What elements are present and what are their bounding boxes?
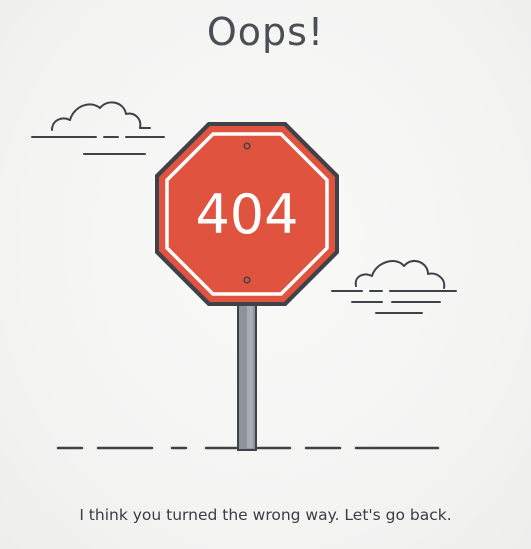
stop-sign-illustration: 404 [31,101,457,451]
not-found-page: Oops! 404 I think you turned the wrong w… [0,0,531,549]
sign-text: 404 [195,183,298,246]
stop-sign-icon: 404 [155,122,339,306]
cloud-left-icon [31,101,165,155]
cloud-right-icon [331,259,457,314]
error-message: I think you turned the wrong way. Let's … [79,506,452,524]
sign-pole [237,295,257,451]
